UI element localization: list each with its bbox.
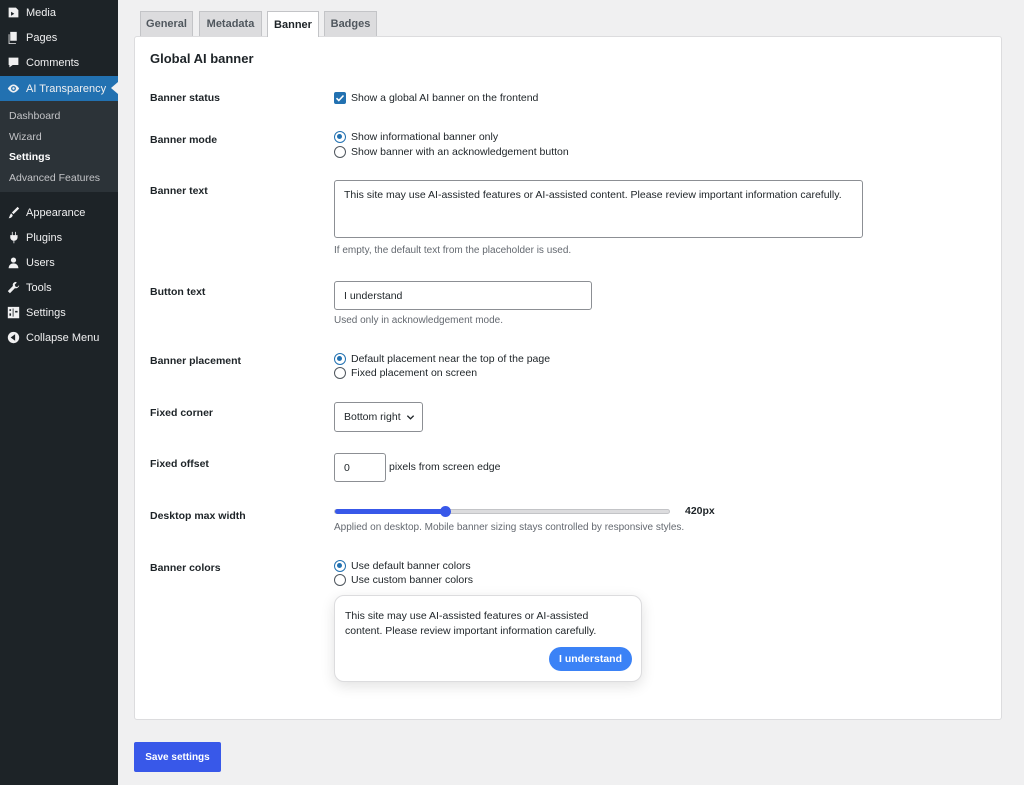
banner-text-textarea[interactable]: This site may use AI-assisted features o…: [334, 180, 863, 238]
fixed-offset-suffix: pixels from screen edge: [389, 461, 501, 473]
colors-option-label: Use default banner colors: [351, 560, 471, 572]
chevron-down-icon: [406, 415, 415, 420]
wrench-icon: [0, 281, 26, 294]
tab-metadata[interactable]: Metadata: [199, 11, 262, 36]
admin-sidebar: Media Pages Comments AI Transparency Das…: [0, 0, 118, 785]
button-text-input[interactable]: [334, 281, 592, 310]
fixed-offset-input[interactable]: [334, 453, 386, 482]
menu-item-settings[interactable]: Settings: [0, 300, 118, 325]
placement-radio-fixed[interactable]: [334, 367, 346, 379]
menu-item-label: Comments: [26, 56, 80, 69]
max-width-slider[interactable]: [334, 506, 670, 517]
menu-item-media[interactable]: Media: [0, 0, 118, 25]
button-text-label: Button text: [150, 286, 206, 298]
banner-text-label: Banner text: [150, 185, 208, 197]
section-title: Global AI banner: [150, 51, 254, 66]
menu-item-label: Appearance: [26, 206, 86, 219]
submenu-item-advanced-features[interactable]: Advanced Features: [9, 172, 100, 184]
comments-icon: [0, 56, 26, 69]
pages-icon: [0, 31, 26, 44]
submenu-item-wizard[interactable]: Wizard: [9, 131, 42, 143]
banner-preview: This site may use AI-assisted features o…: [334, 595, 642, 682]
menu-item-label: Users: [26, 256, 55, 269]
banner-mode-label: Banner mode: [150, 134, 218, 146]
settings-icon: [0, 306, 26, 319]
banner-mode-option-label: Show banner with an acknowledgement butt…: [351, 146, 569, 158]
colors-radio-default[interactable]: [334, 560, 346, 572]
placement-option-label: Default placement near the top of the pa…: [351, 353, 551, 365]
colors-option-label: Use custom banner colors: [351, 574, 473, 586]
colors-radio-custom[interactable]: [334, 574, 346, 586]
button-text-help: Used only in acknowledgement mode.: [334, 315, 503, 326]
plugin-icon: [0, 231, 26, 244]
menu-item-label: Media: [26, 6, 56, 19]
menu-item-label: AI Transparency: [26, 82, 107, 95]
tab-banner[interactable]: Banner: [267, 11, 319, 37]
eye-icon: [0, 82, 26, 95]
menu-item-comments[interactable]: Comments: [0, 50, 118, 75]
placement-radio-default[interactable]: [334, 353, 346, 365]
menu-item-ai-transparency[interactable]: AI Transparency: [0, 76, 118, 101]
banner-colors-label: Banner colors: [150, 562, 221, 574]
brush-icon: [0, 206, 26, 219]
fixed-offset-label: Fixed offset: [150, 458, 209, 470]
banner-status-label: Banner status: [150, 92, 221, 104]
menu-item-pages[interactable]: Pages: [0, 25, 118, 50]
submenu-item-settings[interactable]: Settings: [9, 151, 50, 163]
media-icon: [0, 6, 26, 19]
menu-item-label: Settings: [26, 306, 66, 319]
menu-item-label: Plugins: [26, 231, 63, 244]
banner-mode-option-label: Show informational banner only: [351, 131, 499, 143]
collapse-menu-button[interactable]: Collapse Menu: [0, 325, 118, 350]
menu-item-appearance[interactable]: Appearance: [0, 200, 118, 225]
slider-fill: [335, 509, 446, 514]
max-width-label: Desktop max width: [150, 510, 246, 522]
ai-transparency-submenu: Dashboard Wizard Settings Advanced Featu…: [0, 101, 118, 192]
user-icon: [0, 256, 26, 269]
banner-mode-radio-informational[interactable]: [334, 131, 346, 143]
banner-status-option-label: Show a global AI banner on the frontend: [351, 92, 539, 104]
banner-text-help: If empty, the default text from the plac…: [334, 245, 572, 256]
settings-panel: Global AI banner Banner status Show a gl…: [134, 36, 1002, 720]
fixed-corner-label: Fixed corner: [150, 407, 214, 419]
slider-thumb[interactable]: [440, 506, 452, 517]
menu-item-label: Tools: [26, 281, 52, 294]
preview-text: This site may use AI-assisted features o…: [345, 610, 597, 637]
menu-item-plugins[interactable]: Plugins: [0, 225, 118, 250]
preview-acknowledge-button[interactable]: I understand: [549, 647, 632, 671]
submenu-item-dashboard[interactable]: Dashboard: [9, 110, 60, 122]
menu-item-label: Collapse Menu: [26, 331, 100, 344]
menu-item-label: Pages: [26, 31, 58, 44]
save-settings-button[interactable]: Save settings: [134, 742, 221, 772]
checkmark-icon: [335, 94, 345, 102]
tab-badges[interactable]: Badges: [324, 11, 377, 36]
fixed-corner-value: Bottom right: [344, 411, 401, 423]
tab-general[interactable]: General: [140, 11, 193, 36]
banner-mode-radio-acknowledgement[interactable]: [334, 146, 346, 158]
max-width-help: Applied on desktop. Mobile banner sizing…: [334, 522, 685, 533]
banner-placement-label: Banner placement: [150, 355, 242, 367]
max-width-value: 420px: [685, 505, 715, 517]
banner-status-checkbox[interactable]: [334, 92, 346, 104]
menu-item-users[interactable]: Users: [0, 250, 118, 275]
menu-item-tools[interactable]: Tools: [0, 275, 118, 300]
collapse-icon: [0, 331, 26, 344]
fixed-corner-select[interactable]: Bottom right: [334, 402, 423, 432]
placement-option-label: Fixed placement on screen: [351, 367, 478, 379]
